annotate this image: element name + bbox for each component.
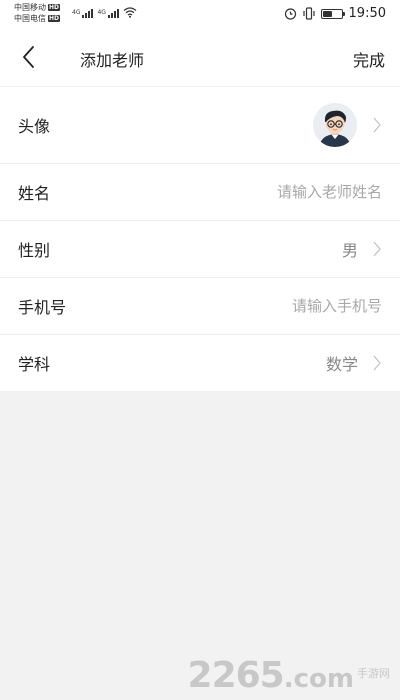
signal-icon: 4G: [97, 9, 119, 18]
carrier-info: 中国移动 HD 中国电信 HD: [14, 2, 61, 24]
watermark-site-name: 手游网: [357, 667, 390, 680]
chevron-right-icon: [373, 117, 381, 133]
name-row: 姓名: [0, 164, 400, 221]
back-button[interactable]: [18, 44, 40, 70]
page-title: 添加老师: [80, 51, 145, 70]
watermark-dot: .: [283, 664, 294, 694]
phone-row: 手机号: [0, 278, 400, 335]
nav-header: 添加老师 完成: [0, 28, 400, 87]
chevron-right-icon: [373, 241, 381, 257]
phone-label: 手机号: [18, 298, 67, 317]
watermark-domain: com: [293, 664, 354, 694]
signal-icons: 4G 4G: [72, 6, 137, 18]
subject-label: 学科: [18, 355, 51, 374]
watermark-number: 2265: [187, 655, 285, 696]
status-time: 19:50: [348, 6, 386, 21]
battery-icon: [320, 8, 346, 19]
subject-row[interactable]: 学科 数学: [0, 335, 400, 391]
signal-icon: 4G: [72, 9, 94, 18]
avatar-image: [313, 103, 357, 147]
teacher-form: 头像 姓名 性别 男: [0, 87, 400, 391]
hd-badge: HD: [48, 15, 61, 22]
gender-row[interactable]: 性别 男: [0, 221, 400, 278]
avatar[interactable]: [313, 103, 357, 147]
carrier-name-2: 中国电信: [14, 14, 46, 23]
alarm-icon: [284, 8, 296, 20]
vibrate-icon: [302, 7, 315, 20]
done-button[interactable]: 完成: [353, 47, 385, 71]
gender-value: 男: [341, 241, 358, 260]
hd-badge: HD: [48, 4, 61, 11]
status-right-group: 19:50: [284, 6, 386, 21]
subject-value: 数学: [325, 355, 358, 374]
avatar-label: 头像: [18, 117, 51, 136]
gender-label: 性别: [18, 241, 51, 260]
phone-input[interactable]: [162, 297, 382, 315]
status-bar: 中国移动 HD 中国电信 HD 4G 4G 19:50: [0, 0, 400, 28]
wifi-icon: [123, 7, 137, 18]
name-label: 姓名: [18, 184, 51, 203]
carrier-name-1: 中国移动: [14, 3, 46, 12]
avatar-row[interactable]: 头像: [0, 87, 400, 164]
chevron-right-icon: [373, 355, 381, 371]
site-watermark: 2265 . com 手游网: [188, 655, 390, 696]
name-input[interactable]: [162, 183, 382, 201]
